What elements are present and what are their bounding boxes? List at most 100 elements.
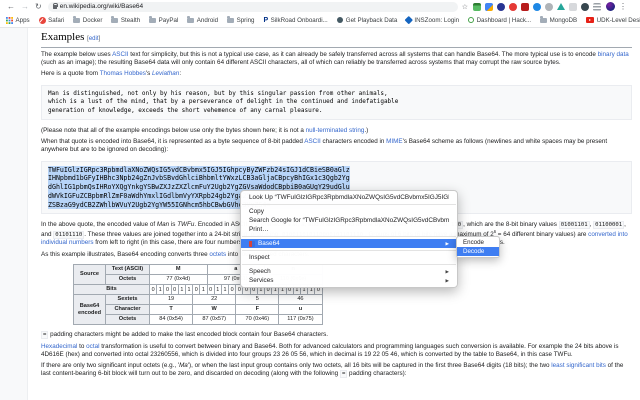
menu-item-services[interactable]: Services ▶ (241, 276, 457, 285)
folder-icon (227, 16, 235, 23)
menu-item-label: Print… (249, 226, 269, 233)
extension-icon-red-circle[interactable] (508, 2, 517, 11)
extension-icon-gray-circle[interactable] (544, 2, 553, 11)
folder-icon (540, 16, 548, 23)
octets-header: Octets (105, 314, 150, 326)
text-link[interactable]: least significant bits (551, 362, 606, 369)
edit-bracket: ] (98, 36, 101, 42)
text-segment: .) (364, 126, 369, 134)
text-segment: If there are only two significant input … (41, 362, 180, 370)
menu-item-look-up[interactable]: Look Up “TWFuIGlzIGRpc3RpbmdlaXNoZWQsIG5… (241, 193, 457, 202)
bit-cell: 1 (213, 284, 222, 296)
address-bar[interactable]: en.wikipedia.org/wiki/Base64 (47, 1, 458, 12)
text-segment: When that quote is encoded into Base64, … (41, 137, 305, 145)
text-link[interactable]: Hexadecimal (41, 343, 77, 350)
extension-icon-teal-arrow[interactable] (556, 3, 565, 10)
p-badge-icon: P (263, 16, 269, 24)
submenu-item-decode[interactable]: Decode (457, 247, 499, 256)
bit-cell: 1 (184, 284, 194, 296)
menu-item-base64[interactable]: Base64 ▶ (241, 239, 457, 248)
encoded-octet-cell: 84 (0x54) (148, 314, 194, 326)
text-link[interactable]: binary data (598, 51, 629, 58)
bit-cell: 1 (199, 284, 208, 296)
character-cell: T (148, 304, 194, 316)
base64-submenu: Encode Decode (456, 236, 500, 258)
context-menu: Look Up “TWFuIGlzIGRpc3RpbmdlaXNoZWQsIG5… (240, 190, 458, 288)
sidebar-rail (0, 28, 28, 400)
forward-icon[interactable]: → (21, 0, 29, 13)
bookmarks-bar: Apps Safari Docker Stealth PayPal Androi… (0, 13, 640, 28)
profile-avatar[interactable] (605, 2, 615, 11)
text-link[interactable]: Thomas Hobbes (100, 70, 146, 77)
text-link[interactable]: null-terminated string (306, 127, 365, 134)
bookmark-inszoom[interactable]: INSZoom: Login (405, 16, 459, 24)
bookmark-folder-spring[interactable]: Spring (227, 16, 254, 24)
paragraph-note: (Please note that all of the example enc… (41, 127, 632, 135)
extension-icon-navy-circle[interactable] (496, 2, 505, 11)
folder-icon (187, 16, 195, 23)
bookmark-folder-mongodb[interactable]: MongoDB (540, 16, 577, 24)
text-link[interactable]: octal (86, 343, 99, 350)
menu-item-speech[interactable]: Speech ▶ (241, 267, 457, 276)
submenu-arrow-icon: ▶ (445, 277, 449, 283)
text-segment: transformation is useful to convert betw… (41, 342, 619, 358)
bookmark-folder-stealth[interactable]: Stealth (111, 16, 140, 24)
text-segment: padding characters might be added to mak… (48, 331, 329, 339)
bookmark-apps[interactable]: Apps (6, 16, 30, 24)
bit-cell: 0 (148, 284, 158, 296)
bookmark-dashboard[interactable]: Dashboard | Hack... (468, 17, 531, 24)
extension-icon-blue-orange[interactable] (484, 2, 493, 11)
bookmark-silkroad[interactable]: P SilkRoad Onboardi... (263, 17, 327, 24)
url-text[interactable]: en.wikipedia.org/wiki/Base64 (60, 2, 143, 12)
paragraph-quote-lead: Here is a quote from Thomas Hobbes's Lev… (41, 70, 632, 78)
bookmark-udk-level[interactable]: UDK-Level Desi... (586, 17, 640, 24)
encoded-octet-cell: 87 (0x57) (192, 314, 237, 326)
text-link[interactable]: ASCII (304, 138, 320, 145)
lock-icon[interactable] (52, 3, 59, 9)
bit-cell: 0 (170, 284, 179, 296)
menu-item-search-google[interactable]: Search Google for “TWFuIGlzIGRpc3Rpbmdla… (241, 216, 457, 225)
menu-item-inspect[interactable]: Inspect (241, 253, 457, 262)
menu-item-label: Base64 (258, 240, 280, 247)
browser-menu-kebab-icon[interactable]: ⋮ (619, 0, 627, 13)
text-link[interactable]: MIME (386, 138, 402, 145)
character-cell: u (278, 304, 323, 316)
text-link[interactable]: ASCII (112, 51, 128, 58)
leviathan-quote-block: Man is distinguished, not only by his re… (41, 85, 632, 120)
section-heading-text: Examples (41, 31, 85, 43)
extension-icon-adobe[interactable] (520, 2, 529, 11)
folder-icon (149, 16, 157, 23)
bookmark-folder-android[interactable]: Android (187, 16, 218, 24)
menu-item-print[interactable]: Print… (241, 225, 457, 234)
text-segment: characters encoded in (320, 137, 387, 145)
bookmark-safari[interactable]: Safari (38, 16, 64, 24)
screen: { "colors": { "selection":"#b7d4f8", "me… (0, 0, 640, 400)
submenu-item-encode[interactable]: Encode (457, 238, 499, 247)
edit-link[interactable]: edit (89, 36, 99, 42)
menu-separator (242, 250, 456, 251)
text-link[interactable]: octets (209, 251, 226, 258)
bookmark-star-icon[interactable]: ☆ (462, 3, 468, 11)
bookmark-label: UDK-Level Desi... (596, 16, 640, 24)
browser-toolbar: ← → ↻ en.wikipedia.org/wiki/Base64 ☆ ⋮ (0, 0, 640, 13)
extension-icon-green-tv[interactable] (472, 2, 481, 11)
sextet-cell: 5 (235, 294, 280, 306)
bookmark-playback-data[interactable]: Get Playback Data (336, 16, 398, 24)
extension-icon-blue-circle[interactable] (532, 2, 541, 11)
bit-cell: 0 (228, 284, 237, 296)
reload-icon[interactable]: ↻ (35, 0, 42, 13)
extension-icon-list-lines[interactable] (592, 2, 601, 11)
base64-encoded-header: Base64 encoded (73, 294, 106, 326)
text-segment: to (77, 342, 87, 350)
extension-icon-gray-square[interactable] (568, 2, 577, 11)
encoded-octet-cell: 70 (0x46) (235, 314, 280, 326)
bookmark-folder-docker[interactable]: Docker (73, 16, 102, 24)
extension-icon-dark-circle[interactable] (580, 2, 589, 11)
blue-diamond-icon (405, 16, 413, 24)
back-icon[interactable]: ← (7, 0, 15, 13)
text-link[interactable]: Leviathan (152, 70, 179, 77)
sextet-cell: 46 (278, 294, 323, 306)
bookmark-label: Get Playback Data (345, 16, 398, 24)
menu-item-copy[interactable]: Copy (241, 207, 457, 216)
bookmark-folder-paypal[interactable]: PayPal (149, 16, 178, 24)
